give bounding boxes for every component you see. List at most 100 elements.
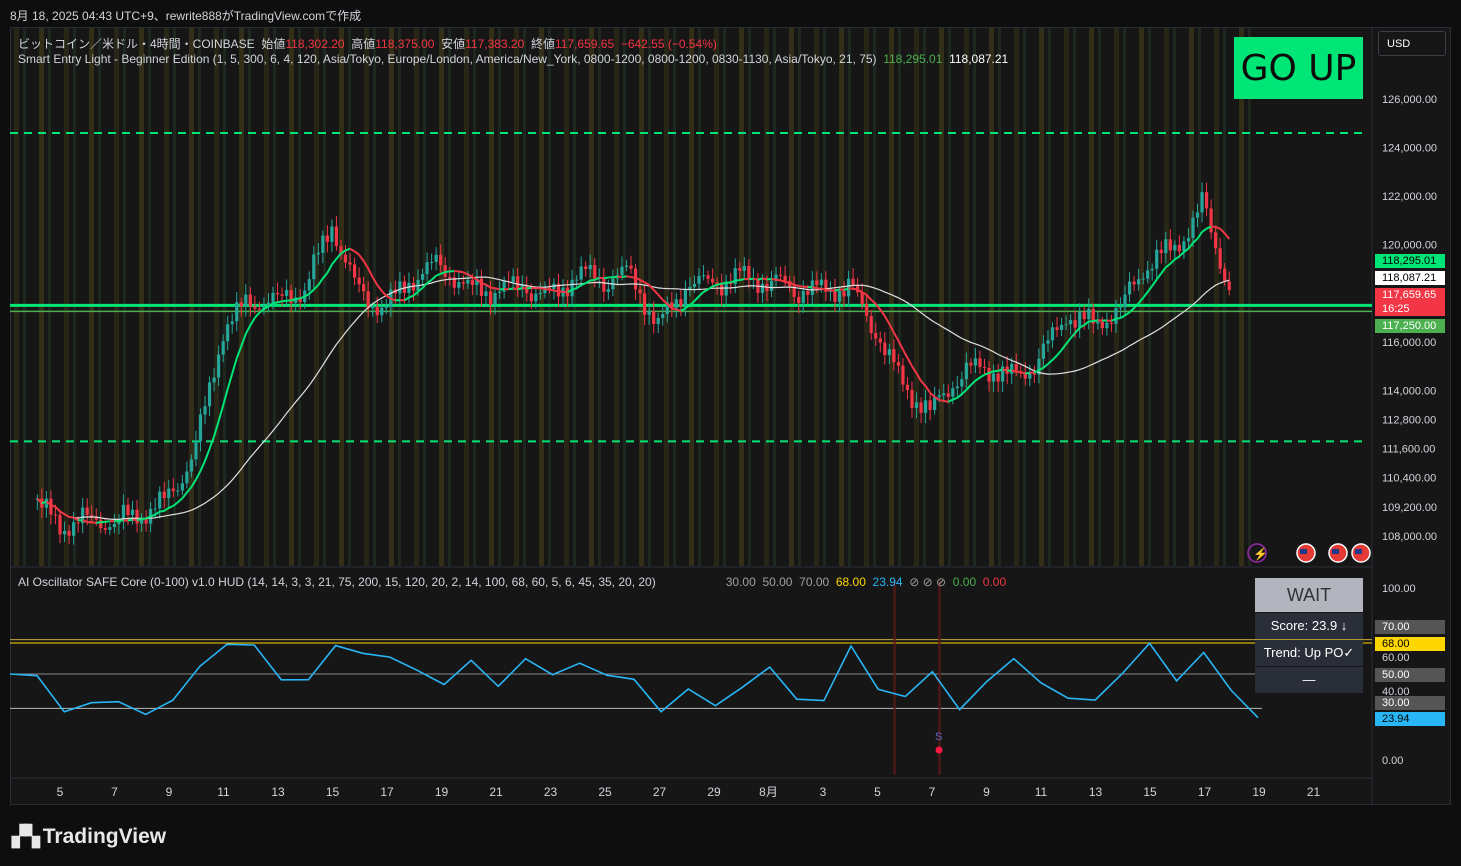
session-band (1164, 28, 1169, 566)
candle-body (579, 266, 583, 280)
candle-body (425, 262, 429, 275)
indicator1-name[interactable]: Smart Entry Light - Beginner Edition (1,… (18, 52, 877, 66)
candle-body (652, 311, 656, 324)
session-band (939, 28, 944, 566)
candle-body (987, 367, 991, 382)
indicator2-legend[interactable]: AI Oscillator SAFE Core (0-100) v1.0 HUD… (18, 575, 1006, 589)
x-tick-label: 15 (1143, 785, 1157, 799)
candle-body (321, 235, 325, 253)
session-band (1148, 28, 1151, 566)
ema-segment (458, 270, 464, 274)
indicator2-name[interactable]: AI Oscillator SAFE Core (0-100) v1.0 HUD… (18, 575, 656, 589)
us-flag-icon (1332, 549, 1339, 554)
candle-body (1159, 249, 1163, 254)
price-tick-label: 122,000.00 (1382, 191, 1437, 203)
tradingview-logo[interactable]: ▞▚ TradingView (12, 824, 166, 849)
candle-body (742, 266, 746, 271)
candle-body (865, 304, 869, 316)
candle-body (973, 358, 978, 366)
candle-body (307, 279, 311, 291)
osc-label-30: 30.00 (1375, 696, 1445, 710)
session-band (89, 28, 94, 566)
symbol-legend[interactable]: ビットコイン／米ドル・4時間・COINBASE 始値118,302.20 高値1… (18, 35, 717, 52)
ema-segment (141, 517, 147, 521)
candle-body (937, 395, 941, 398)
ema-segment (426, 279, 433, 284)
candle-body (49, 498, 53, 515)
currency-selector[interactable]: USD (1378, 31, 1446, 56)
chart-canvas[interactable]: 126,000.00 124,000.00 122,000.00 120,000.00… (0, 0, 1461, 866)
session-band (164, 28, 169, 566)
candle-body (221, 341, 225, 355)
close-value: 117,659.65 (554, 37, 615, 51)
x-tick-label: 25 (598, 785, 612, 799)
ema-segment (739, 278, 745, 282)
candle-body (162, 491, 166, 499)
session-band (1023, 28, 1026, 566)
candle-body (158, 491, 162, 509)
candle-body (815, 280, 819, 285)
ema-segment (680, 307, 686, 312)
session-band (714, 28, 719, 566)
candle-body (366, 291, 370, 309)
ema-segment (784, 281, 790, 284)
ema-segment (1042, 363, 1049, 369)
signal-go-up-label: GO UP (1234, 37, 1363, 99)
price-tick-label: 126,000.00 (1382, 94, 1437, 106)
candle-body (497, 291, 502, 293)
candle-body (171, 488, 175, 492)
high-label: 高値 (351, 37, 376, 51)
indicator1-legend[interactable]: Smart Entry Light - Beginner Edition (1,… (18, 52, 1008, 66)
ema-segment (1016, 370, 1021, 374)
candle-body (1214, 232, 1218, 249)
x-tick-label: 19 (1252, 785, 1266, 799)
indicator2-v2394: 23.94 (872, 575, 903, 589)
ema-segment (154, 510, 161, 516)
session-band (314, 28, 319, 566)
candle-body (629, 265, 633, 269)
ema-segment (590, 278, 595, 282)
candle-body (1218, 248, 1222, 269)
session-band (348, 28, 351, 566)
osc-tick-label: 60.00 (1382, 652, 1410, 664)
candle-body (747, 266, 751, 280)
candle-body (624, 265, 629, 267)
candle-body (701, 275, 706, 277)
oscillator-line (9, 642, 1259, 719)
x-tick-label: 17 (380, 785, 394, 799)
candle-body (851, 278, 855, 285)
candle-body (896, 362, 901, 366)
candle-body (203, 406, 207, 415)
symbol-name[interactable]: ビットコイン／米ドル・4時間・COINBASE (18, 37, 255, 51)
candle-body (217, 354, 221, 378)
ema-segment (254, 312, 261, 319)
ema-segment (168, 504, 174, 509)
ema-segment (630, 275, 636, 280)
ema-segment (181, 491, 188, 499)
session-band (439, 28, 444, 566)
us-flag-icon (1355, 549, 1362, 554)
session-band (1214, 28, 1219, 566)
candle-body (978, 358, 982, 368)
candle-body (679, 299, 683, 307)
session-band (664, 28, 669, 566)
candle-body (620, 266, 624, 276)
candle-body (1069, 320, 1073, 325)
countdown-label: 16:25 (1375, 302, 1445, 316)
candle-body (1028, 373, 1032, 379)
ema-segment (512, 287, 518, 291)
session-band (814, 28, 819, 566)
session-band (673, 28, 676, 566)
candle-body (964, 362, 968, 380)
candle-body (1082, 312, 1086, 320)
x-tick-label: 8月 (759, 785, 778, 799)
ema-segment (812, 286, 818, 290)
ema-segment (376, 284, 383, 292)
ema-segment (1002, 368, 1008, 372)
ema-segment (612, 275, 618, 279)
us-flag-icon (1300, 549, 1307, 554)
ema-segment (775, 278, 781, 282)
candle-body (284, 289, 289, 296)
session-band (948, 28, 951, 566)
ema-segment (671, 307, 677, 311)
